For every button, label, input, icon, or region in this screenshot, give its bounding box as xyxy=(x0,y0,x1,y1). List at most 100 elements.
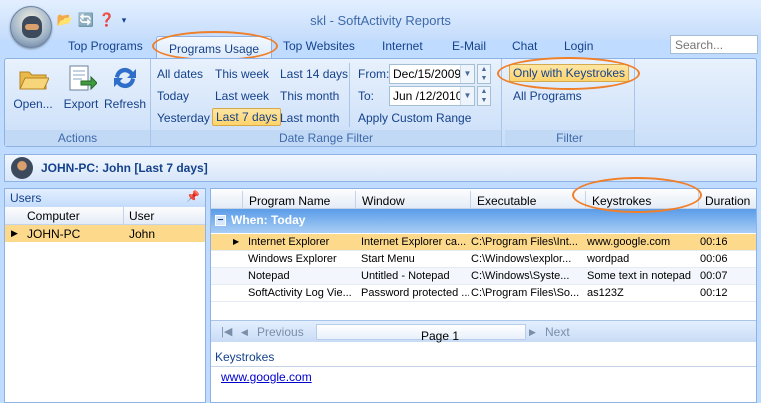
tab-top-programs[interactable]: Top Programs xyxy=(68,39,143,53)
previous-page-button[interactable]: Previous xyxy=(257,325,304,339)
export-button[interactable]: Export xyxy=(59,63,103,111)
from-date-value: Dec/15/2009 xyxy=(393,67,462,81)
cell-duration: 00:16 xyxy=(700,236,728,248)
group-title: When: Today xyxy=(231,213,306,227)
page-label: Page 1 xyxy=(421,329,460,343)
cell-program: SoftActivity Log Vie... xyxy=(248,287,352,299)
cell-duration: 00:07 xyxy=(700,270,728,282)
table-row[interactable]: SoftActivity Log Vie... Password protect… xyxy=(211,285,756,302)
next-page-button[interactable]: Next xyxy=(545,325,570,339)
table-row[interactable]: Notepad Untitled - Notepad C:\Windows\Sy… xyxy=(211,268,756,285)
column-header-indicator xyxy=(211,191,243,211)
date-range-group-label: Date Range Filter xyxy=(151,130,501,146)
actions-group-label: Actions xyxy=(5,130,150,146)
cell-window: Internet Explorer ca... xyxy=(361,236,467,248)
open-label: Open... xyxy=(13,97,53,111)
column-header-user[interactable]: User xyxy=(129,209,154,223)
yesterday-link[interactable]: Yesterday xyxy=(157,111,210,125)
chevron-down-icon[interactable]: ▼ xyxy=(460,87,474,105)
refresh-button[interactable]: Refresh xyxy=(103,63,147,111)
ribbon: Open... Export Refresh Actions All dates… xyxy=(4,58,757,147)
column-header-duration[interactable]: Duration xyxy=(699,191,756,211)
export-label: Export xyxy=(63,97,99,111)
tab-chat[interactable]: Chat xyxy=(512,39,537,53)
column-header-computer[interactable]: Computer xyxy=(27,209,80,223)
collapse-icon[interactable]: − xyxy=(215,215,226,226)
table-row[interactable]: ▶ JOHN-PC John xyxy=(5,225,205,242)
cell-keystrokes: wordpad xyxy=(587,253,630,265)
last-7-days-link[interactable]: Last 7 days xyxy=(212,108,282,126)
tab-internet[interactable]: Internet xyxy=(382,39,423,53)
tab-email[interactable]: E-Mail xyxy=(452,39,486,53)
cell-duration: 00:12 xyxy=(700,287,728,299)
date-range-group: All dates This week Last 14 days Today L… xyxy=(151,59,502,146)
row-pointer-icon: ▶ xyxy=(233,237,240,246)
group-row-today[interactable]: − When: Today xyxy=(211,209,756,233)
programs-grid-panel: Program Name Window Executable Keystroke… xyxy=(210,188,757,403)
keystrokes-panel-header: Keystrokes xyxy=(211,349,756,367)
avatar-icon xyxy=(11,157,33,179)
cell-user: John xyxy=(129,227,156,241)
highlight-oval-tab xyxy=(152,31,278,61)
table-row[interactable]: ▶ Internet Explorer Internet Explorer ca… xyxy=(211,234,756,251)
today-link[interactable]: Today xyxy=(157,89,189,103)
users-panel-header: Users 📌 xyxy=(5,189,205,207)
refresh-label: Refresh xyxy=(103,97,147,111)
refresh-icon xyxy=(109,63,141,93)
chevron-down-icon[interactable]: ▼ xyxy=(460,65,474,83)
this-week-link[interactable]: This week xyxy=(215,67,269,81)
cell-window: Start Menu xyxy=(361,253,415,265)
last-14-days-link[interactable]: Last 14 days xyxy=(280,67,348,81)
cell-executable: C:\Program Files\So... xyxy=(471,287,580,299)
cell-executable: C:\Windows\Syste... xyxy=(471,270,570,282)
users-panel: Users 📌 Computer User ▶ JOHN-PC John xyxy=(4,188,206,403)
keystrokes-panel-title: Keystrokes xyxy=(215,350,275,364)
pin-icon[interactable]: 📌 xyxy=(186,190,200,203)
row-pointer-icon: ▶ xyxy=(11,228,18,238)
last-month-link[interactable]: Last month xyxy=(280,111,339,125)
this-month-link[interactable]: This month xyxy=(280,89,339,103)
tab-top-websites[interactable]: Top Websites xyxy=(283,39,355,53)
to-date-value: Jun /12/2010 xyxy=(393,89,463,103)
column-header-window[interactable]: Window xyxy=(356,191,471,211)
cell-window: Password protected ... xyxy=(361,287,469,299)
column-header-executable[interactable]: Executable xyxy=(471,191,586,211)
from-date-field[interactable]: Dec/15/2009 ▼ xyxy=(389,64,475,84)
folder-open-icon xyxy=(17,63,50,93)
tab-login[interactable]: Login xyxy=(564,39,593,53)
ribbon-tabs: Top Programs Programs Usage Top Websites… xyxy=(0,36,761,61)
to-date-field[interactable]: Jun /12/2010 ▼ xyxy=(389,86,475,106)
cell-computer: JOHN-PC xyxy=(27,227,81,241)
apply-custom-range-link[interactable]: Apply Custom Range xyxy=(358,111,471,125)
keystrokes-value-link[interactable]: www.google.com xyxy=(221,370,312,384)
last-week-link[interactable]: Last week xyxy=(215,89,269,103)
first-page-icon[interactable]: |◀ xyxy=(221,325,232,338)
cell-duration: 00:06 xyxy=(700,253,728,265)
from-date-spinner[interactable]: ▲ ▼ xyxy=(477,64,491,84)
cell-keystrokes: as123Z xyxy=(587,287,624,299)
column-header-program-name[interactable]: Program Name xyxy=(243,191,356,211)
cell-keystrokes: Some text in notepad xyxy=(587,270,691,282)
open-button[interactable]: Open... xyxy=(11,63,55,111)
all-dates-link[interactable]: All dates xyxy=(157,67,203,81)
highlight-oval-keystrokes-filter xyxy=(497,57,640,90)
cell-program: Notepad xyxy=(248,270,290,282)
next-arrow-icon[interactable]: ▶ xyxy=(529,327,536,338)
from-label: From: xyxy=(358,67,390,81)
cell-executable: C:\Windows\explor... xyxy=(471,253,572,265)
search-input[interactable] xyxy=(670,35,758,54)
to-date-spinner[interactable]: ▲ ▼ xyxy=(477,86,491,106)
column-divider xyxy=(123,207,124,224)
filter-group-label: Filter xyxy=(505,130,634,146)
window-title: skl - SoftActivity Reports xyxy=(310,13,451,28)
users-panel-title: Users xyxy=(10,191,42,205)
cell-program: Internet Explorer xyxy=(248,236,330,248)
all-programs-link[interactable]: All Programs xyxy=(513,89,582,103)
export-icon xyxy=(65,63,98,93)
cell-keystrokes: www.google.com xyxy=(587,236,671,248)
cell-executable: C:\Program Files\Int... xyxy=(471,236,578,248)
previous-arrow-icon[interactable]: ◀ xyxy=(241,327,248,338)
cell-window: Untitled - Notepad xyxy=(361,270,450,282)
cell-program: Windows Explorer xyxy=(248,253,337,265)
table-row[interactable]: Windows Explorer Start Menu C:\Windows\e… xyxy=(211,251,756,268)
